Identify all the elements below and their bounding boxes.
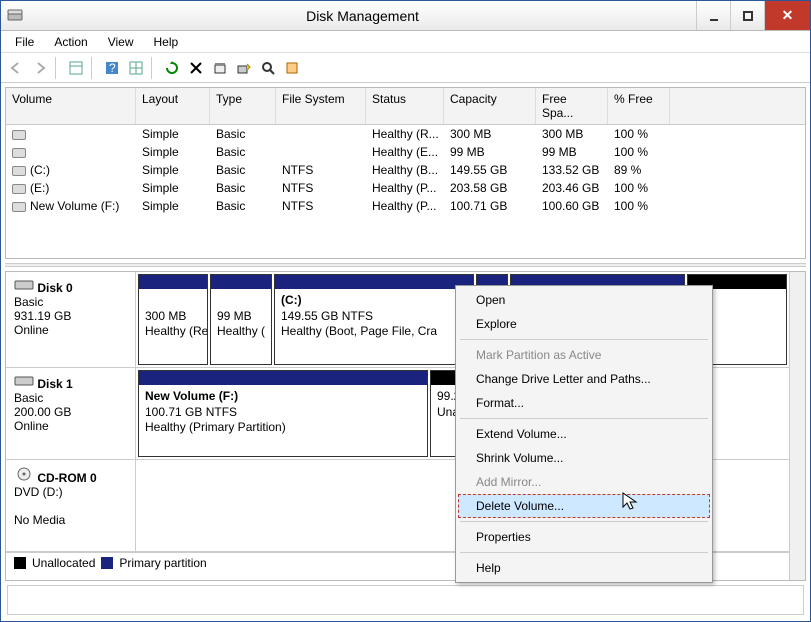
refresh-button[interactable] (161, 57, 183, 79)
title-bar: Disk Management ✕ (1, 1, 810, 31)
svg-text:?: ? (109, 61, 116, 75)
col-fs[interactable]: File System (276, 88, 366, 124)
ctx-extend[interactable]: Extend Volume... (458, 422, 710, 446)
context-menu: Open Explore Mark Partition as Active Ch… (455, 285, 713, 583)
rescan-icon-button[interactable] (233, 57, 255, 79)
partition[interactable]: 99 MBHealthy ( (210, 274, 272, 365)
menu-view[interactable]: View (98, 32, 144, 52)
ctx-properties[interactable]: Properties (458, 525, 710, 549)
disk-0-info[interactable]: Disk 0 Basic 931.19 GB Online (6, 272, 136, 367)
column-headers[interactable]: Volume Layout Type File System Status Ca… (6, 88, 805, 125)
table-row[interactable]: (E:)SimpleBasicNTFSHealthy (P...203.58 G… (6, 179, 805, 197)
help-button[interactable]: ? (101, 57, 123, 79)
col-free[interactable]: Free Spa... (536, 88, 608, 124)
table-row[interactable]: SimpleBasicHealthy (E...99 MB99 MB100 % (6, 143, 805, 161)
ctx-change-letter[interactable]: Change Drive Letter and Paths... (458, 367, 710, 391)
back-button[interactable] (5, 57, 27, 79)
app-icon (1, 8, 29, 24)
disk-1-info[interactable]: Disk 1 Basic 200.00 GB Online (6, 368, 136, 459)
col-type[interactable]: Type (210, 88, 276, 124)
show-hide-button[interactable] (65, 57, 87, 79)
partition[interactable]: 300 MBHealthy (Re (138, 274, 208, 365)
col-volume[interactable]: Volume (6, 88, 136, 124)
col-pct[interactable]: % Free (608, 88, 670, 124)
ctx-explore[interactable]: Explore (458, 312, 710, 336)
delete-icon-button[interactable] (185, 57, 207, 79)
status-area (7, 585, 804, 615)
misc-icon-button[interactable] (281, 57, 303, 79)
table-row[interactable]: New Volume (F:)SimpleBasicNTFSHealthy (P… (6, 197, 805, 215)
table-row[interactable]: (C:)SimpleBasicNTFSHealthy (B...149.55 G… (6, 161, 805, 179)
splitter[interactable] (5, 263, 806, 267)
disk-icon (14, 374, 34, 388)
col-status[interactable]: Status (366, 88, 444, 124)
ctx-help[interactable]: Help (458, 556, 710, 580)
ctx-mark-active: Mark Partition as Active (458, 343, 710, 367)
partition[interactable]: New Volume (F:)100.71 GB NTFSHealthy (Pr… (138, 370, 428, 457)
swatch-unallocated (14, 557, 26, 569)
minimize-button[interactable] (696, 1, 730, 30)
settings-button[interactable] (125, 57, 147, 79)
menu-bar: File Action View Help (1, 31, 810, 53)
col-layout[interactable]: Layout (136, 88, 210, 124)
ctx-shrink[interactable]: Shrink Volume... (458, 446, 710, 470)
cdrom-info[interactable]: CD-ROM 0 DVD (D:) No Media (6, 460, 136, 551)
partition[interactable]: (C:)149.55 GB NTFSHealthy (Boot, Page Fi… (274, 274, 474, 365)
explore-icon-button[interactable] (257, 57, 279, 79)
menu-file[interactable]: File (5, 32, 44, 52)
ctx-open[interactable]: Open (458, 288, 710, 312)
vertical-scrollbar[interactable] (789, 272, 805, 580)
volume-list[interactable]: Volume Layout Type File System Status Ca… (5, 87, 806, 259)
menu-action[interactable]: Action (44, 32, 97, 52)
disk-icon (14, 278, 34, 292)
cdrom-icon (14, 466, 34, 482)
col-capacity[interactable]: Capacity (444, 88, 536, 124)
menu-help[interactable]: Help (144, 32, 189, 52)
toolbar: ? (1, 53, 810, 83)
maximize-button[interactable] (730, 1, 764, 30)
close-button[interactable]: ✕ (764, 1, 810, 30)
properties-icon-button[interactable] (209, 57, 231, 79)
mouse-cursor (621, 491, 641, 511)
forward-button[interactable] (29, 57, 51, 79)
table-row[interactable]: SimpleBasicHealthy (R...300 MB300 MB100 … (6, 125, 805, 143)
window-title: Disk Management (29, 8, 696, 24)
swatch-primary (101, 557, 113, 569)
ctx-delete-volume[interactable]: Delete Volume... (458, 494, 710, 518)
ctx-format[interactable]: Format... (458, 391, 710, 415)
ctx-add-mirror: Add Mirror... (458, 470, 710, 494)
